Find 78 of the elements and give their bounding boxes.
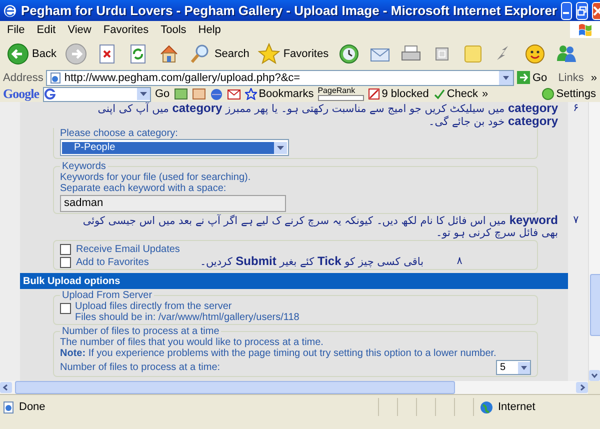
- section-header: Bulk Upload options: [20, 273, 568, 289]
- option-label[interactable]: Add to Favorites: [76, 257, 149, 268]
- menu-item[interactable]: View: [62, 24, 96, 36]
- description-text: The number of files that you would like to process at a time.: [60, 337, 324, 348]
- category-select[interactable]: P-People: [60, 139, 289, 156]
- more-chevron[interactable]: »: [482, 88, 488, 100]
- go-button[interactable]: Go: [516, 71, 552, 84]
- scroll-left-icon[interactable]: [0, 382, 12, 393]
- keywords-input[interactable]: sadman: [60, 195, 286, 212]
- security-zone: Internet: [498, 401, 536, 413]
- address-label: Address: [3, 72, 44, 84]
- menu-item[interactable]: Help: [193, 24, 226, 36]
- news-icon[interactable]: [192, 88, 206, 100]
- scroll-right-icon[interactable]: [576, 382, 588, 393]
- checkbox[interactable]: [60, 303, 71, 314]
- upload-server-legend: Upload From Server: [60, 290, 154, 301]
- back-button[interactable]: Back: [4, 40, 60, 66]
- option-label[interactable]: Receive Email Updates: [76, 244, 180, 255]
- picture-icon[interactable]: [174, 88, 188, 100]
- settings-icon: [542, 88, 554, 100]
- step-number: ۷: [572, 214, 580, 226]
- note-text: Note: If you experience problems with the page timing out try setting this option to a lower number.: [60, 348, 498, 359]
- window-title: Pegham for Urdu Lovers - Pegham Gallery - Upload Image - Microsoft Internet Explorer: [21, 3, 557, 18]
- scroll-down-icon[interactable]: [589, 370, 600, 381]
- popup-blocker-button[interactable]: 9 blocked: [368, 88, 429, 100]
- menu-item[interactable]: Favorites: [98, 24, 154, 36]
- category-hint: Please choose a category:: [60, 128, 179, 139]
- g-icon: [44, 88, 56, 100]
- scrollbar-thumb[interactable]: [15, 381, 455, 394]
- spell-check-button[interactable]: Check: [432, 88, 478, 100]
- help-text: Separate each keyword with a space:: [60, 183, 228, 194]
- pagerank-meter: PageRank: [318, 87, 364, 101]
- windows-flag-icon: [578, 23, 592, 36]
- files-legend: Number of files to process at a time: [60, 326, 222, 337]
- scrollbar-thumb[interactable]: [590, 274, 600, 336]
- google-search-field[interactable]: [43, 86, 151, 102]
- google-logo: Google: [3, 86, 39, 102]
- help-text: Keywords for your file (used for searching).: [60, 172, 252, 183]
- links-button[interactable]: Links: [554, 72, 588, 84]
- smiley-icon: [524, 42, 546, 64]
- clock-icon: [338, 42, 360, 64]
- abc-check-icon: [432, 88, 445, 100]
- settings-button[interactable]: Settings: [542, 88, 600, 100]
- keywords-legend: Keywords: [60, 161, 108, 172]
- status-text: Done: [19, 401, 46, 413]
- more-chevron[interactable]: »: [590, 72, 600, 84]
- checkbox[interactable]: [60, 257, 71, 268]
- menu-item[interactable]: Edit: [32, 24, 61, 36]
- horizontal-scrollbar[interactable]: [0, 381, 588, 394]
- files-label: Number of files to process at a time:: [60, 362, 220, 373]
- step-number: ۶: [572, 102, 580, 114]
- page-icon: [3, 400, 15, 414]
- favorites-button[interactable]: Favorites: [255, 40, 332, 66]
- ie-logo-icon: [3, 4, 17, 18]
- restore-icon: [577, 6, 587, 16]
- checkbox[interactable]: [60, 244, 71, 255]
- page-icon: [49, 72, 62, 84]
- path-text: Files should be in: /var/www/html/gallery/users/118: [75, 312, 300, 323]
- address-field[interactable]: http://www.pegham.com/gallery/upload.php?&c=: [46, 70, 514, 86]
- search-button[interactable]: Search: [186, 40, 252, 66]
- star-outline-icon: [244, 88, 257, 100]
- vertical-scrollbar[interactable]: [588, 102, 600, 381]
- mail-icon[interactable]: [226, 88, 241, 100]
- google-go-button[interactable]: Go: [155, 88, 170, 100]
- bookmarks-button[interactable]: Bookmarks: [244, 88, 314, 100]
- files-select[interactable]: 5: [496, 360, 531, 375]
- close-icon: [593, 6, 600, 16]
- menu-item[interactable]: File: [2, 24, 30, 36]
- minimize-button[interactable]: [561, 2, 572, 20]
- step-number: ۸: [456, 255, 464, 267]
- blocked-icon: [368, 88, 380, 100]
- restore-button[interactable]: [576, 2, 588, 20]
- option-label[interactable]: Upload files directly from the server: [75, 301, 300, 312]
- menu-item[interactable]: Tools: [156, 24, 192, 36]
- right-arrow-icon: [516, 71, 530, 84]
- people-icon: [554, 42, 577, 64]
- note-icon: [462, 42, 484, 64]
- star-icon: [258, 42, 280, 64]
